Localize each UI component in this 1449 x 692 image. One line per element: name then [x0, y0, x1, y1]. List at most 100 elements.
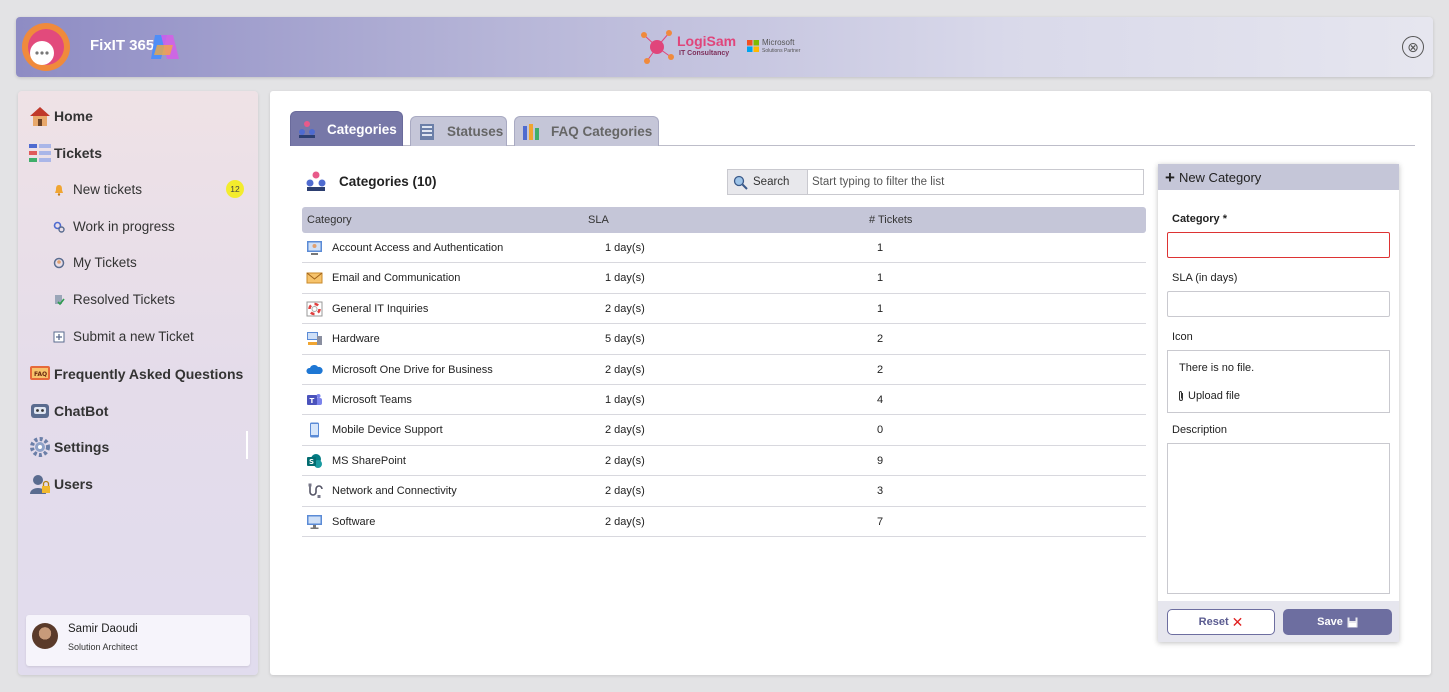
column-header-category[interactable]: Category [307, 214, 352, 226]
category-sla: 2 day(s) [605, 363, 645, 376]
category-ticket-count: 1 [877, 302, 884, 315]
brand-subtitle: IT Consultancy [679, 50, 730, 57]
sidebar-item-resolved-tickets[interactable]: Resolved Tickets [52, 292, 244, 307]
category-name: Software [332, 515, 376, 528]
tab-faq-categories[interactable]: FAQ Categories [514, 116, 659, 146]
svg-text:S: S [309, 458, 314, 466]
sidebar-item-my-tickets[interactable]: My Tickets [52, 255, 244, 270]
svg-text:FAQ: FAQ [34, 371, 47, 378]
category-sla: 2 day(s) [605, 515, 645, 528]
sidebar-item-work-in-progress[interactable]: Work in progress [52, 219, 244, 234]
search-input[interactable] [808, 170, 1143, 194]
tab-label: Statuses [447, 124, 504, 139]
sidebar-item-faq[interactable]: FAQ Frequently Asked Questions [28, 362, 243, 386]
cable-icon [306, 483, 323, 499]
table-row[interactable]: Microsoft One Drive for Business 2 day(s)… [302, 355, 1146, 385]
category-name: MS SharePoint [332, 454, 406, 467]
user-profile[interactable]: Samir Daoudi Solution Architect [26, 615, 250, 666]
category-sla: 2 day(s) [605, 485, 645, 498]
category-ticket-count: 2 [877, 363, 884, 376]
sla-input[interactable] [1167, 291, 1390, 317]
category-ticket-count: 3 [877, 485, 884, 498]
save-label: Save [1317, 616, 1343, 628]
search-button[interactable]: Search [728, 170, 808, 194]
sidebar-item-label: Submit a new Ticket [73, 329, 194, 344]
lifebuoy-icon [306, 301, 323, 317]
sidebar-item-label: ChatBot [54, 403, 109, 419]
column-header-tickets[interactable]: # Tickets [869, 214, 912, 226]
brand-name: LogiSam [677, 33, 737, 49]
partner-subtitle: Solutions Partner [762, 48, 801, 54]
category-ticket-count: 1 [877, 242, 884, 254]
sidebar-item-new-tickets[interactable]: New tickets 12 [52, 180, 244, 198]
table-row[interactable]: S MS SharePoint 2 day(s) 9 [302, 446, 1146, 477]
search-icon [733, 175, 748, 190]
sidebar-item-chatbot[interactable]: ChatBot [28, 399, 108, 423]
reset-label: Reset [1198, 616, 1229, 628]
form-header: + New Category [1158, 164, 1399, 190]
category-ticket-count: 0 [877, 424, 884, 437]
table-row[interactable]: Account Access and Authentication 1 day(s… [302, 233, 1146, 264]
sidebar-item-users[interactable]: Users [28, 472, 93, 496]
sidebar-item-tickets[interactable]: Tickets [28, 141, 102, 165]
sidebar-item-home[interactable]: Home [28, 104, 93, 128]
category-name: Mobile Device Support [332, 424, 443, 437]
avatar [32, 623, 58, 649]
faq-categories-icon [523, 123, 539, 140]
reset-button[interactable]: Reset ✕ [1167, 609, 1275, 635]
sidebar-item-label: Resolved Tickets [73, 292, 176, 307]
sidebar-scrollbar[interactable] [246, 431, 248, 459]
sidebar-item-submit-ticket[interactable]: Submit a new Ticket [52, 329, 244, 344]
svg-text:T: T [310, 397, 315, 405]
gear-icon [28, 435, 52, 459]
floppy-disk-icon [1347, 617, 1358, 627]
category-ticket-count: 7 [877, 515, 884, 528]
category-sla: 2 day(s) [605, 302, 645, 315]
categories-icon [306, 171, 326, 191]
table-row[interactable]: T Microsoft Teams 1 day(s) 4 [302, 385, 1146, 416]
tab-categories[interactable]: Categories [290, 111, 403, 146]
tab-statuses[interactable]: Statuses [410, 116, 507, 146]
sidebar-item-label: Users [54, 476, 93, 492]
home-icon [28, 104, 52, 128]
faq-icon: FAQ [28, 362, 52, 386]
partner-text: Microsoft Solutions Partner [762, 39, 800, 55]
list-title: Categories (10) [305, 170, 437, 192]
table-row[interactable]: Mobile Device Support 2 day(s) 0 [302, 415, 1146, 446]
category-sla: 2 day(s) [605, 424, 645, 437]
table-row[interactable]: Software 2 day(s) 7 [302, 507, 1146, 537]
computer-icon [306, 331, 323, 347]
icon-label: Icon [1172, 331, 1193, 343]
category-input[interactable] [1167, 232, 1390, 258]
category-sla: 1 day(s) [605, 242, 645, 254]
description-label: Description [1172, 424, 1228, 436]
table-row[interactable]: Hardware 5 day(s) 2 [302, 324, 1146, 355]
monitor-icon [306, 514, 323, 530]
statuses-icon [420, 123, 434, 140]
category-sla: 2 day(s) [605, 454, 645, 467]
table-row[interactable]: Network and Connectivity 2 day(s) 3 [302, 476, 1146, 507]
category-sla: 5 day(s) [605, 333, 645, 346]
category-ticket-count: 1 [877, 272, 884, 285]
user-login-icon [306, 240, 323, 256]
main-panel: Categories Statuses FAQ Categories Categ… [270, 91, 1431, 675]
table-row[interactable]: Email and Communication 1 day(s) 1 [302, 263, 1146, 294]
teams-icon: T [306, 392, 323, 408]
onedrive-icon [306, 362, 323, 378]
description-input[interactable] [1167, 443, 1390, 594]
table-header: Category SLA # Tickets [302, 207, 1146, 233]
copilot-icon [151, 35, 179, 59]
upload-file-button[interactable]: Upload file [1177, 390, 1240, 402]
microsoft-logo-icon [747, 40, 759, 52]
sidebar-item-settings[interactable]: Settings [28, 435, 109, 459]
save-button[interactable]: Save [1283, 609, 1392, 635]
plus-icon: + [1165, 167, 1175, 187]
table-body: Account Access and Authentication 1 day(s… [302, 233, 1146, 537]
close-icon[interactable]: ⊗ [1402, 36, 1424, 58]
tab-label: FAQ Categories [551, 124, 653, 139]
brand-logo: LogiSam IT Consultancy Microsoft Solutio… [639, 25, 809, 69]
column-header-sla[interactable]: SLA [588, 214, 609, 226]
categories-table: Category SLA # Tickets Account Access an… [302, 207, 1146, 537]
table-row[interactable]: General IT Inquiries 2 day(s) 1 [302, 294, 1146, 325]
app-title: FixIT 365 [90, 37, 155, 54]
